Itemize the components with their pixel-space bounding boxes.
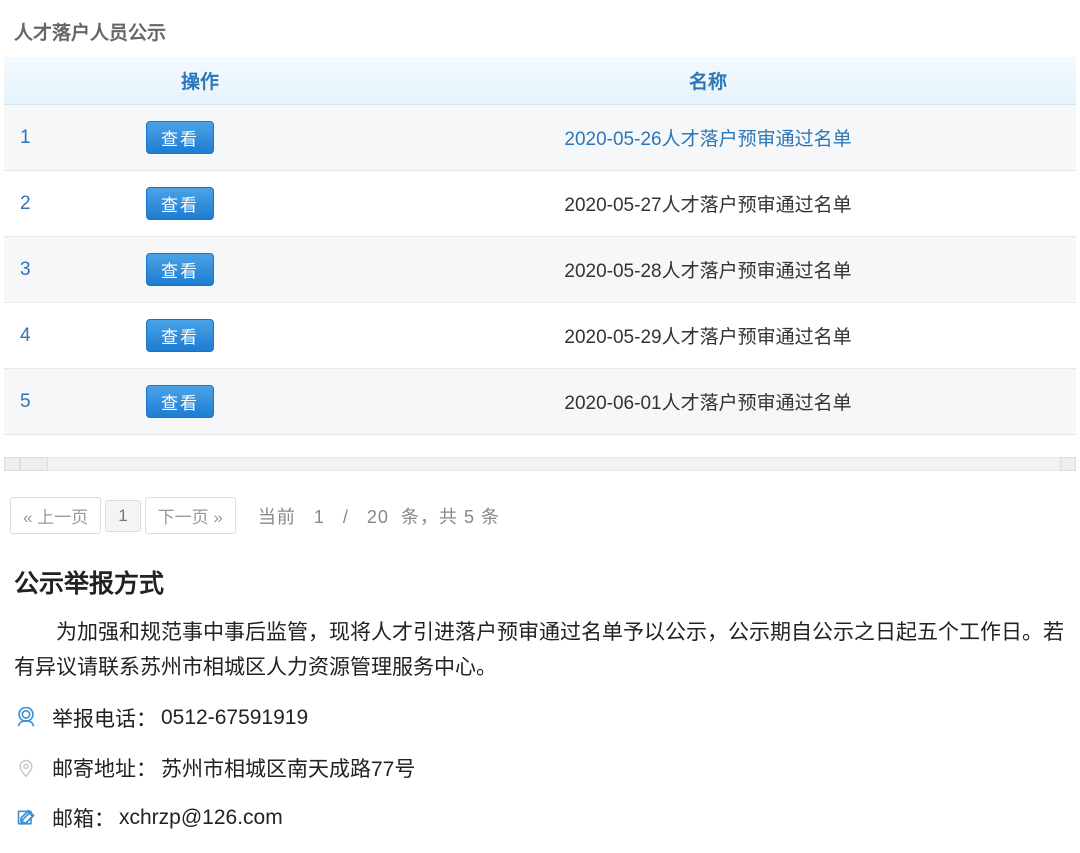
row-name-cell: 2020-05-26人才落户预审通过名单 bbox=[340, 105, 1076, 171]
next-page-button[interactable]: 下一页 » bbox=[145, 497, 236, 534]
view-button[interactable]: 查看 bbox=[146, 187, 214, 220]
row-index: 4 bbox=[4, 303, 60, 369]
mail-label: 邮箱： bbox=[52, 803, 115, 833]
row-index: 2 bbox=[4, 171, 60, 237]
col-header-name: 名称 bbox=[340, 57, 1076, 105]
row-index: 1 bbox=[4, 105, 60, 171]
table-row: 5 查看 2020-06-01人才落户预审通过名单 bbox=[4, 369, 1076, 435]
prev-page-button[interactable]: « 上一页 bbox=[10, 497, 101, 534]
row-op-cell: 查看 bbox=[60, 303, 340, 369]
addr-value: 苏州市相城区南天成路77号 bbox=[161, 753, 415, 783]
table-row: 3 查看 2020-05-28人才落户预审通过名单 bbox=[4, 237, 1076, 303]
table-row: 2 查看 2020-05-27人才落户预审通过名单 bbox=[4, 171, 1076, 237]
row-name-cell: 2020-05-28人才落户预审通过名单 bbox=[340, 237, 1076, 303]
row-title-link[interactable]: 2020-05-27人才落户预审通过名单 bbox=[564, 195, 851, 216]
page-info: 当前 1 / 20 条，共 5 条 bbox=[258, 503, 500, 529]
phone-label: 举报电话： bbox=[52, 703, 157, 733]
row-title-link[interactable]: 2020-05-28人才落户预审通过名单 bbox=[564, 261, 851, 282]
table-row: 1 查看 2020-05-26人才落户预审通过名单 bbox=[4, 105, 1076, 171]
table-header-row: 操作 名称 bbox=[4, 57, 1076, 105]
view-button[interactable]: 查看 bbox=[146, 121, 214, 154]
report-paragraph: 为加强和规范事中事后监管，现将人才引进落户预审通过名单予以公示，公示期自公示之日… bbox=[0, 616, 1080, 703]
row-op-cell: 查看 bbox=[60, 171, 340, 237]
row-title-link[interactable]: 2020-05-29人才落户预审通过名单 bbox=[564, 327, 851, 348]
row-op-cell: 查看 bbox=[60, 369, 340, 435]
row-op-cell: 查看 bbox=[60, 237, 340, 303]
view-button[interactable]: 查看 bbox=[146, 385, 214, 418]
row-name-cell: 2020-05-29人才落户预审通过名单 bbox=[340, 303, 1076, 369]
table-row: 4 查看 2020-05-29人才落户预审通过名单 bbox=[4, 303, 1076, 369]
row-title-link[interactable]: 2020-05-26人才落户预审通过名单 bbox=[564, 129, 851, 150]
page-number-current[interactable]: 1 bbox=[105, 500, 140, 532]
mail-value: xchrzp@126.com bbox=[119, 806, 283, 830]
col-header-index bbox=[4, 57, 60, 105]
location-icon bbox=[14, 756, 38, 780]
contact-phone-row: 举报电话： 0512-67591919 bbox=[14, 703, 1066, 733]
publicity-table: 操作 名称 1 查看 2020-05-26人才落户预审通过名单 2 查看 2020-05-… bbox=[0, 57, 1080, 435]
row-title-link[interactable]: 2020-06-01人才落户预审通过名单 bbox=[564, 393, 851, 414]
col-header-op: 操作 bbox=[60, 57, 340, 105]
view-button[interactable]: 查看 bbox=[146, 253, 214, 286]
contact-mail-row: 邮箱： xchrzp@126.com bbox=[14, 803, 1066, 833]
row-name-cell: 2020-06-01人才落户预审通过名单 bbox=[340, 369, 1076, 435]
page-title: 人才落户人员公示 bbox=[0, 0, 1080, 57]
row-name-cell: 2020-05-27人才落户预审通过名单 bbox=[340, 171, 1076, 237]
row-op-cell: 查看 bbox=[60, 105, 340, 171]
contact-address-row: 邮寄地址： 苏州市相城区南天成路77号 bbox=[14, 753, 1066, 783]
phone-icon bbox=[14, 706, 38, 730]
view-button[interactable]: 查看 bbox=[146, 319, 214, 352]
contact-list: 举报电话： 0512-67591919 邮寄地址： 苏州市相城区南天成路77号 … bbox=[0, 703, 1080, 833]
row-index: 3 bbox=[4, 237, 60, 303]
phone-value: 0512-67591919 bbox=[161, 706, 308, 730]
mail-icon bbox=[14, 806, 38, 830]
addr-label: 邮寄地址： bbox=[52, 753, 157, 783]
report-heading: 公示举报方式 bbox=[0, 564, 1080, 616]
pagination: « 上一页 1 下一页 » 当前 1 / 20 条，共 5 条 bbox=[0, 497, 1080, 564]
row-index: 5 bbox=[4, 369, 60, 435]
horizontal-scrollbar[interactable] bbox=[0, 457, 1080, 471]
